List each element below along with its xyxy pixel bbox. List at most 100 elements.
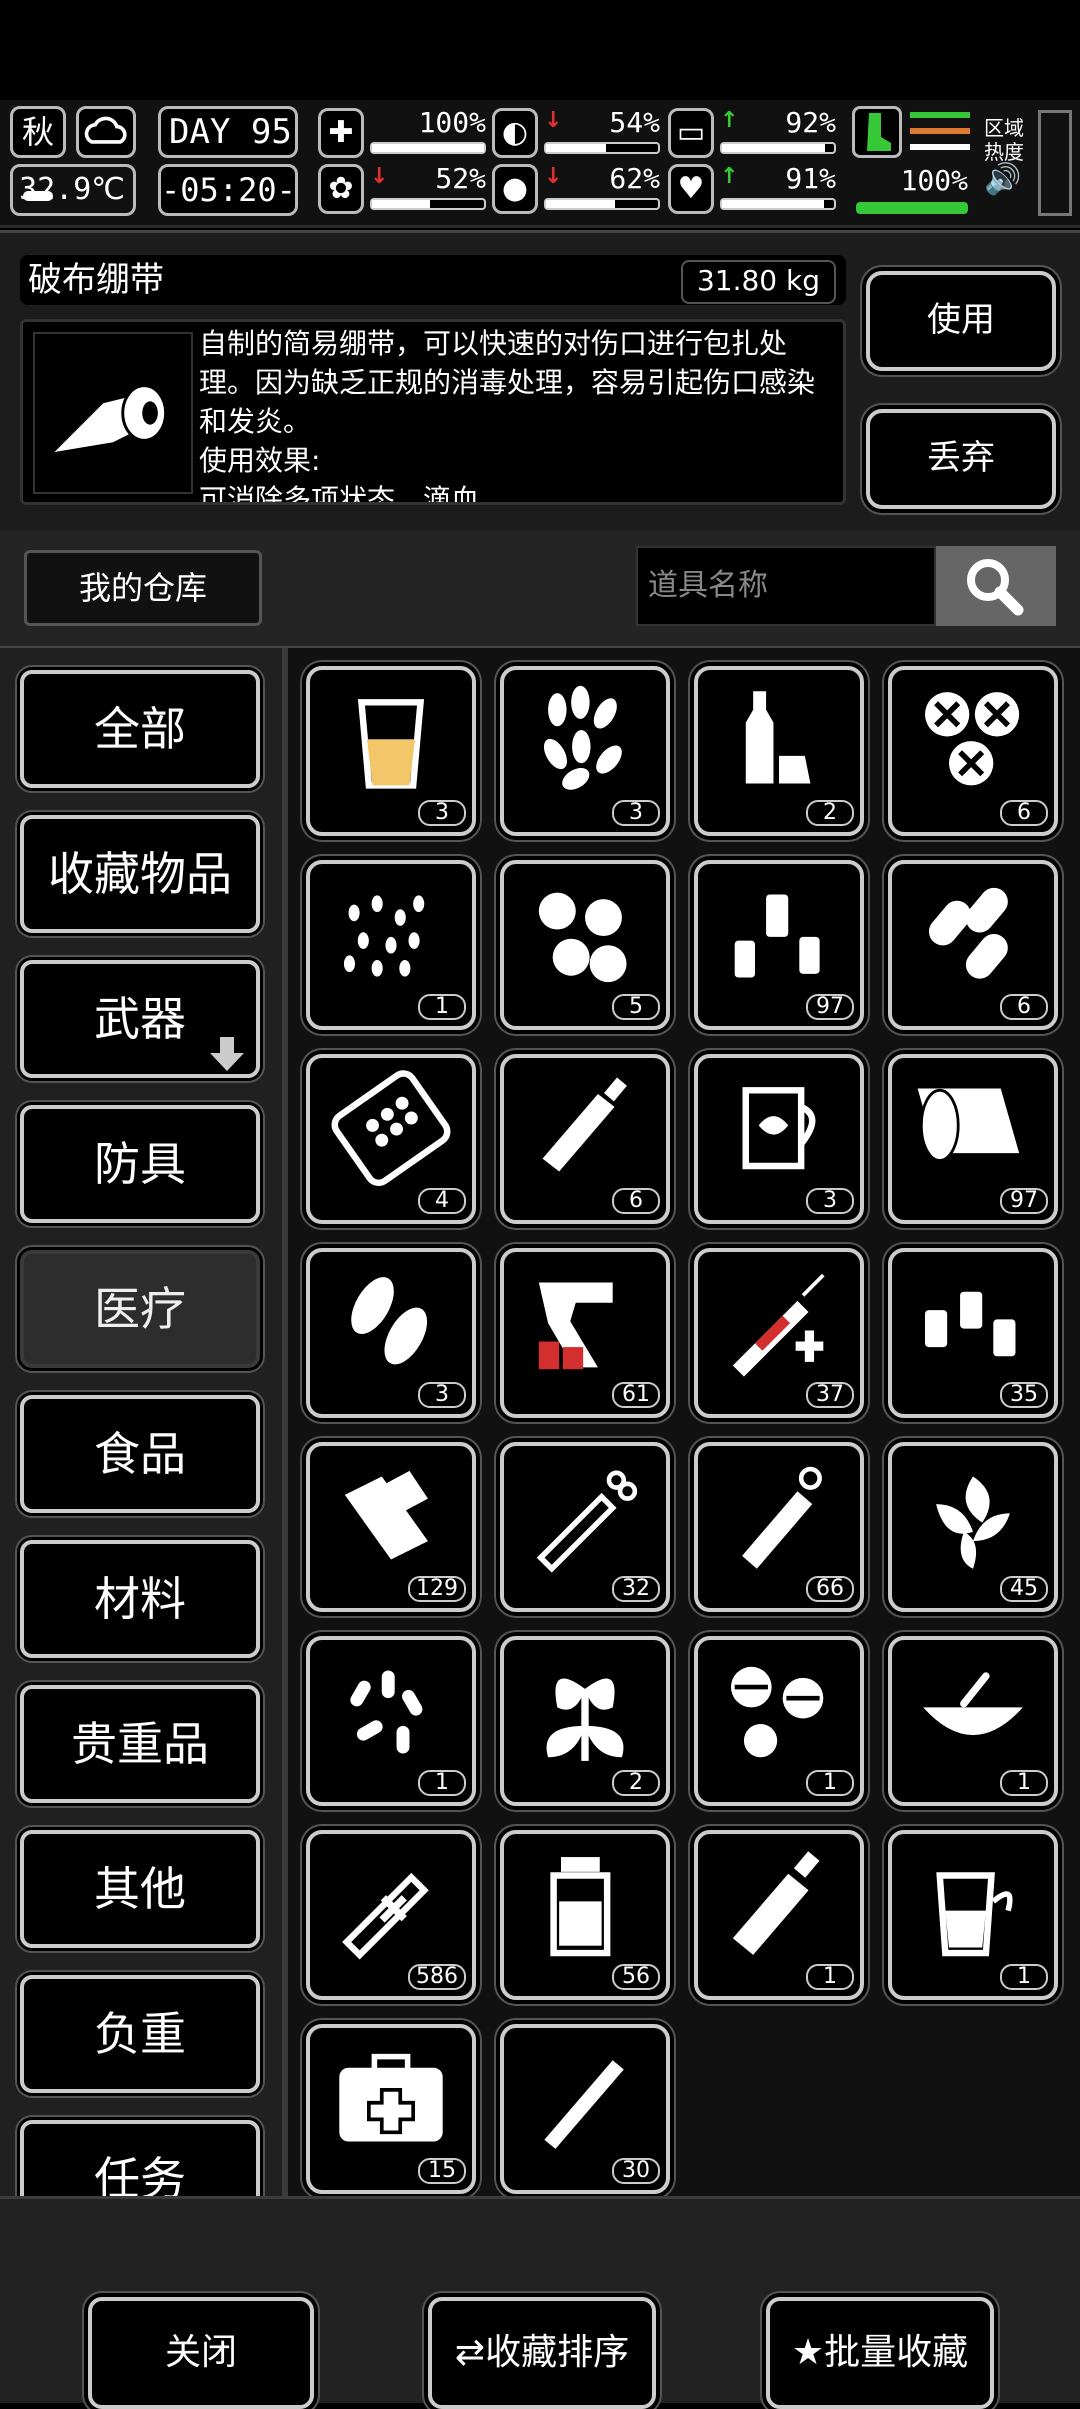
cross-tablets-icon xyxy=(925,692,1020,786)
category-10[interactable]: 任务 xyxy=(20,2120,260,2196)
category-6[interactable]: 材料 xyxy=(20,1540,260,1658)
my-warehouse-label[interactable]: 我的仓库 xyxy=(24,550,262,626)
stat-hunger: ◐ ↓ 54% xyxy=(492,106,662,162)
inventory-slot[interactable]: 3 xyxy=(694,1054,864,1224)
inventory-slot[interactable]: 3 xyxy=(306,1248,476,1418)
drink-cup-icon xyxy=(936,1872,1013,1957)
mint-leaves-icon xyxy=(936,1476,1010,1569)
inventory-slot[interactable]: 1 xyxy=(306,1636,476,1806)
inventory-slot[interactable]: 97 xyxy=(888,1054,1058,1224)
inventory-slot[interactable]: 6 xyxy=(888,860,1058,1030)
season-indicator: 秋 xyxy=(10,106,66,158)
injector-pen-icon xyxy=(742,1466,822,1569)
category-1[interactable]: 收藏物品 xyxy=(20,815,260,933)
batch-favorite-button[interactable]: ★批量收藏 xyxy=(766,2297,994,2409)
item-count: 1 xyxy=(1000,1964,1048,1990)
category-8[interactable]: 其他 xyxy=(20,1830,260,1948)
search-row: 我的仓库 道具名称 xyxy=(0,530,1080,649)
item-count: 1 xyxy=(418,994,466,1020)
item-count: 3 xyxy=(806,1188,854,1214)
inventory-slot[interactable]: 37 xyxy=(694,1248,864,1418)
inventory-slot[interactable]: 2 xyxy=(694,666,864,836)
discard-button[interactable]: 丢弃 xyxy=(866,409,1056,509)
search-button[interactable] xyxy=(936,546,1056,626)
leg-line xyxy=(910,112,970,118)
item-count: 3 xyxy=(418,1382,466,1408)
system-status-bar xyxy=(0,0,1080,100)
inventory-slot[interactable]: 1 xyxy=(888,1636,1058,1806)
pill-pile-icon xyxy=(350,1670,423,1754)
category-label: 其他 xyxy=(94,1862,186,1916)
inventory-slot[interactable]: 3 xyxy=(500,666,670,836)
inventory-slot[interactable]: 3 xyxy=(306,666,476,836)
item-description: 自制的简易绷带，可以快速的对伤口进行包扎处理。因为缺乏正规的消毒处理，容易引起伤… xyxy=(199,327,816,505)
category-5[interactable]: 食品 xyxy=(20,1395,260,1513)
brain-icon: ✿ xyxy=(318,164,364,214)
status-hud: 秋 32.9℃ DAY 95 -05:20- ✚ 100% ◐ ↓ 54% ▭ ↑ 92% ✿ ↓… xyxy=(0,100,1080,228)
category-3[interactable]: 防具 xyxy=(20,1105,260,1223)
category-label: 全部 xyxy=(94,702,186,756)
category-2[interactable]: 武器 xyxy=(20,960,260,1078)
stat-bar xyxy=(544,142,660,154)
item-grid: 3 3 2 6 1 5 97 6 4 6 3 97 3 61 37 35 129 32 66 45 1 2 1 1 586 56 1… xyxy=(288,648,1080,2196)
category-label: 医疗 xyxy=(94,1282,186,1336)
stat-bar-fill xyxy=(722,200,824,208)
leg-value: 100% xyxy=(900,164,968,197)
inventory-slot[interactable]: 35 xyxy=(888,1248,1058,1418)
bottom-action-bar: 关闭 ⇄收藏排序 ★批量收藏 xyxy=(0,2196,1080,2409)
red-syringe-icon xyxy=(732,1273,825,1377)
inventory-slot[interactable]: 2 xyxy=(500,1636,670,1806)
item-count: 37 xyxy=(806,1382,854,1408)
category-7[interactable]: 贵重品 xyxy=(20,1685,260,1803)
inventory-slot[interactable]: 1 xyxy=(888,1830,1058,2000)
inventory-slot[interactable]: 5 xyxy=(500,860,670,1030)
item-description-box[interactable]: 自制的简易绷带，可以快速的对伤口进行包扎处理。因为缺乏正规的消毒处理，容易引起伤… xyxy=(20,319,846,505)
splint-icon xyxy=(344,1470,428,1560)
leg-line xyxy=(910,144,970,150)
inventory-slot[interactable]: 129 xyxy=(306,1442,476,1612)
inventory-slot[interactable]: 30 xyxy=(500,2024,670,2194)
category-0[interactable]: 全部 xyxy=(20,670,260,788)
herb-leaves-icon xyxy=(543,685,622,790)
speaker-icon[interactable]: 🔊 xyxy=(984,165,1024,195)
inventory-slot[interactable]: 32 xyxy=(500,1442,670,1612)
item-count: 4 xyxy=(418,1188,466,1214)
category-label: 贵重品 xyxy=(71,1717,209,1771)
download-arrow-icon xyxy=(208,1002,246,1071)
item-count: 1 xyxy=(806,1770,854,1796)
inventory-slot[interactable]: 586 xyxy=(306,1830,476,2000)
capsules-icon xyxy=(928,887,1008,979)
stat-value: 52% xyxy=(435,162,486,195)
inventory-slot[interactable]: 6 xyxy=(888,666,1058,836)
category-label: 材料 xyxy=(94,1572,186,1626)
close-button[interactable]: 关闭 xyxy=(88,2297,314,2409)
inventory-slot[interactable]: 15 xyxy=(306,2024,476,2194)
stat-energy: ▭ ↑ 92% xyxy=(668,106,838,162)
leg-line xyxy=(910,128,970,134)
search-input[interactable]: 道具名称 xyxy=(636,546,936,626)
stat-bar xyxy=(370,142,486,154)
item-count: 61 xyxy=(612,1382,660,1408)
item-count: 129 xyxy=(408,1576,466,1602)
inventory-slot[interactable]: 56 xyxy=(500,1830,670,2000)
inventory-slot[interactable]: 1 xyxy=(306,860,476,1030)
inventory-slot[interactable]: 4 xyxy=(306,1054,476,1224)
inventory-slot[interactable]: 66 xyxy=(694,1442,864,1612)
category-4[interactable]: 医疗 xyxy=(20,1250,260,1368)
glass-of-liquid-icon xyxy=(357,699,425,789)
capsule-icon: ▭ xyxy=(668,108,714,158)
favorite-sort-button[interactable]: ⇄收藏排序 xyxy=(428,2297,656,2409)
category-9[interactable]: 负重 xyxy=(20,1975,260,2093)
inventory-slot[interactable]: 97 xyxy=(694,860,864,1030)
use-button[interactable]: 使用 xyxy=(866,271,1056,371)
item-count: 35 xyxy=(1000,1382,1048,1408)
category-label: 负重 xyxy=(94,2007,186,2061)
inventory-slot[interactable]: 6 xyxy=(500,1054,670,1224)
inventory-slot[interactable]: 1 xyxy=(694,1830,864,2000)
inventory-slot[interactable]: 1 xyxy=(694,1636,864,1806)
swap-arrows-icon: ⇄ xyxy=(454,2332,486,2373)
inventory-slot[interactable]: 61 xyxy=(500,1248,670,1418)
inventory-slot[interactable]: 45 xyxy=(888,1442,1058,1612)
flare-gun-icon xyxy=(538,1282,613,1370)
stat-value: 100% xyxy=(418,106,486,139)
